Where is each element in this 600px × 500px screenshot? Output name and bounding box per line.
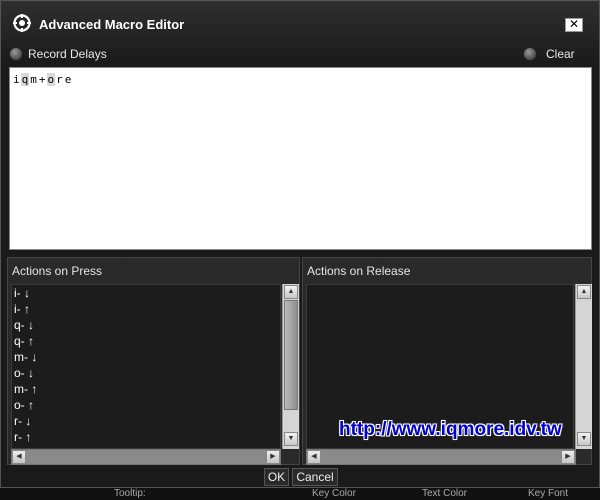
text-color-label: Text Color [422,488,468,499]
steelseries-logo-icon [13,14,31,32]
key-color-label: Key Color [312,488,356,499]
macro-key-char: m [30,73,37,86]
macro-editor-window: Advanced Macro Editor ✕ Record Delays Cl… [0,0,600,488]
press-horizontal-scrollbar[interactable]: ◀ ▶ [11,449,281,465]
list-item[interactable]: o- ↑ [12,397,280,413]
scroll-down-icon[interactable]: ▼ [577,432,591,446]
macro-key-char: + [38,73,46,86]
title-bar[interactable]: Advanced Macro Editor ✕ [1,1,599,43]
cancel-button[interactable]: Cancel [292,468,338,486]
release-vertical-scrollbar[interactable]: ▲ ▼ [575,284,592,449]
record-delays-radio[interactable] [9,47,23,61]
actions-on-press-list[interactable]: i- ↓ i- ↑ q- ↓ q- ↑ m- ↓ o- ↓ m- ↑ o- ↑ r- ↓ r- ↑ [11,284,281,449]
list-item[interactable]: m- ↓ [12,349,280,365]
clear-label: Clear [546,47,575,61]
ok-button[interactable]: OK [264,468,289,486]
tooltip-label: Tooltip: [114,488,146,499]
scroll-right-icon[interactable]: ▶ [561,450,575,464]
scroll-left-icon[interactable]: ◀ [12,450,26,464]
key-font-label: Key Font [528,488,569,499]
list-item[interactable]: o- ↓ [12,365,280,381]
macro-key-char: e [64,73,72,86]
scroll-down-icon[interactable]: ▼ [284,432,298,446]
scroll-right-icon[interactable]: ▶ [266,450,280,464]
clear-radio[interactable] [523,47,537,61]
list-item[interactable]: r- ↑ [12,429,280,445]
record-delays-label: Record Delays [28,47,107,61]
window-title: Advanced Macro Editor [39,17,185,32]
actions-on-press-title: Actions on Press [12,264,103,278]
clear-option[interactable]: Clear [523,45,575,63]
list-item[interactable]: i- ↑ [12,301,280,317]
record-delays-option[interactable]: Record Delays [9,45,107,63]
list-item[interactable]: q- ↓ [12,317,280,333]
scroll-left-icon[interactable]: ◀ [307,450,321,464]
website-watermark: http://www.iqmore.idv.tw [339,419,562,440]
list-item[interactable]: q- ↑ [12,333,280,349]
press-scroll-thumb[interactable] [284,300,298,410]
press-vertical-scrollbar[interactable]: ▲ ▼ [282,284,299,449]
macro-key-char: o [46,73,56,86]
scroll-up-icon[interactable]: ▲ [577,285,591,299]
macro-text-editor[interactable]: i q m + o r e [9,67,592,250]
actions-on-release-title: Actions on Release [307,264,411,278]
scroll-up-icon[interactable]: ▲ [284,285,298,299]
release-horizontal-scrollbar[interactable]: ◀ ▶ [306,449,576,465]
macro-key-char: r [56,73,63,86]
macro-key-sequence: i q m + o r e [12,73,589,86]
macro-key-char: i [13,73,20,86]
list-item[interactable]: i- ↓ [12,285,280,301]
list-item[interactable]: r- ↓ [12,413,280,429]
close-button[interactable]: ✕ [565,18,583,32]
macro-key-char: q [20,73,30,86]
list-item[interactable]: m- ↑ [12,381,280,397]
background-application-strip: Tooltip: Key Color Text Color Key Font [0,488,600,500]
actions-on-press-panel: Actions on Press i- ↓ i- ↑ q- ↓ q- ↑ m- ↓ o- … [7,257,300,465]
